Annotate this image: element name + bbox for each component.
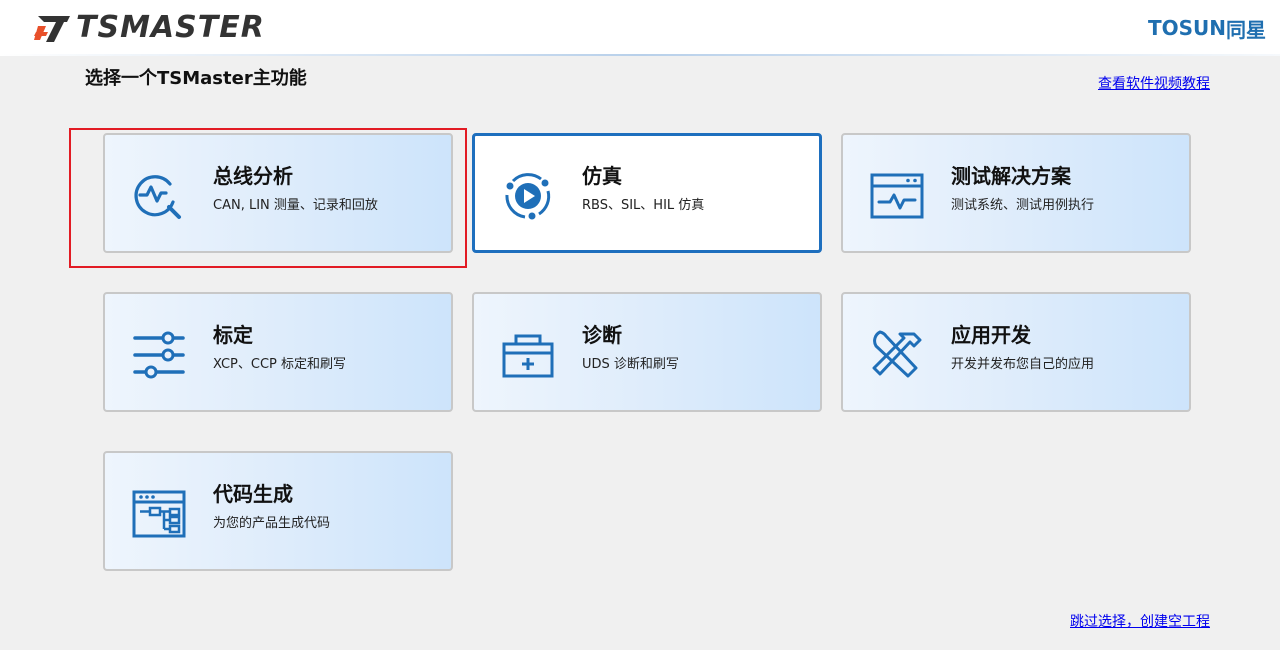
card-title: 测试解决方案 (951, 164, 1071, 188)
card-diagnostics[interactable]: 诊断 UDS 诊断和刷写 (472, 292, 822, 412)
skip-create-empty-project-link[interactable]: 跳过选择，创建空工程 (1070, 613, 1210, 631)
card-calibration[interactable]: 标定 XCP、CCP 标定和刷写 (103, 292, 453, 412)
brand-cn: 同星 (1226, 17, 1266, 42)
card-subtitle: UDS 诊断和刷写 (582, 357, 679, 372)
card-title: 仿真 (582, 164, 622, 188)
brand-en: TOSUN (1147, 16, 1226, 40)
code-tree-icon (132, 490, 186, 538)
logo-text: TSMASTER (76, 10, 265, 45)
card-test-solutions[interactable]: 测试解决方案 测试系统、测试用例执行 (841, 133, 1191, 253)
card-subtitle: 测试系统、测试用例执行 (951, 198, 1095, 213)
tsmaster-logo-icon (34, 16, 70, 42)
card-subtitle: CAN, LIN 测量、记录和回放 (213, 198, 378, 213)
card-title: 总线分析 (213, 164, 293, 188)
simulation-play-icon (505, 173, 551, 220)
card-title: 标定 (213, 323, 253, 347)
card-title: 诊断 (582, 323, 622, 347)
card-subtitle: 开发并发布您自己的应用 (951, 357, 1095, 372)
tools-icon (872, 330, 922, 378)
card-simulation[interactable]: 仿真 RBS、SIL、HIL 仿真 (472, 133, 822, 253)
card-subtitle: XCP、CCP 标定和刷写 (213, 357, 347, 372)
card-subtitle: RBS、SIL、HIL 仿真 (582, 198, 705, 213)
card-code-generation[interactable]: 代码生成 为您的产品生成代码 (103, 451, 453, 571)
header-divider (0, 54, 1280, 56)
bus-analysis-icon (134, 175, 181, 219)
header-bar: TSMASTER TOSUN 同星 (0, 0, 1280, 56)
page-title: 选择一个TSMaster主功能 (85, 68, 307, 89)
card-subtitle: 为您的产品生成代码 (213, 516, 331, 531)
tosun-brand: TOSUN 同星 (1148, 14, 1266, 42)
card-title: 应用开发 (951, 323, 1031, 347)
card-title: 代码生成 (213, 482, 293, 506)
sliders-icon (133, 331, 185, 379)
card-app-development[interactable]: 应用开发 开发并发布您自己的应用 (841, 292, 1191, 412)
test-window-icon (870, 173, 924, 219)
tsmaster-logo: TSMASTER (34, 10, 265, 46)
medical-box-icon (502, 334, 554, 378)
card-bus-analysis[interactable]: 总线分析 CAN, LIN 测量、记录和回放 (103, 133, 453, 253)
video-tutorial-link[interactable]: 查看软件视频教程 (1098, 75, 1210, 93)
